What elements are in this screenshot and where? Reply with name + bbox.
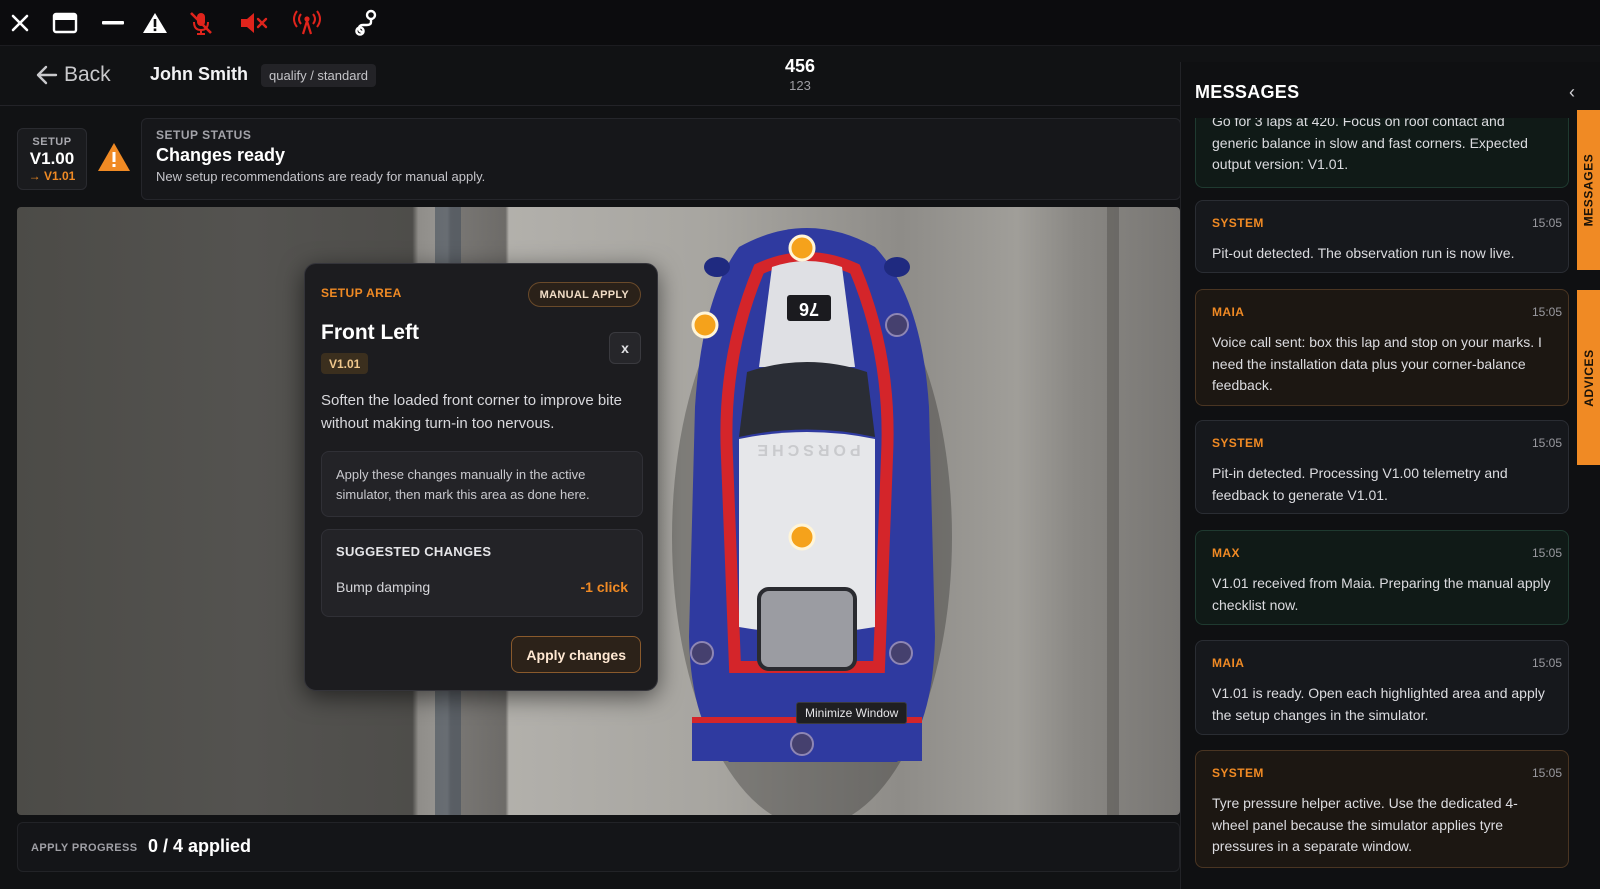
session-header: Back John Smith qualify / standard 456 1… (0, 46, 1180, 106)
status-description: New setup recommendations are ready for … (156, 169, 486, 184)
popup-close-button[interactable]: x (609, 332, 641, 364)
marker-center[interactable] (788, 523, 816, 551)
tab-messages-label: MESSAGES (1581, 153, 1596, 227)
message-sender: MAX (1212, 546, 1240, 560)
setup-area-description: Soften the loaded front corner to improv… (321, 392, 623, 432)
apply-progress-label: APPLY PROGRESS (31, 842, 138, 854)
message-time: 15:05 (1531, 546, 1562, 560)
tab-advices[interactable]: ADVICES (1577, 290, 1600, 465)
close-icon[interactable] (3, 6, 37, 40)
message-sender: MAIA (1212, 656, 1245, 670)
message-time: 15:05 (1531, 766, 1562, 780)
message-sender: SYSTEM (1212, 436, 1264, 450)
message-time: 15:05 (1531, 305, 1562, 319)
car-brand: PORSCHE (753, 441, 860, 458)
message-card: SYSTEM 15:05 Pit-out detected. The obser… (1195, 200, 1569, 273)
message-time: 15:05 (1531, 436, 1562, 450)
setup-area-version: V1.01 (321, 353, 369, 374)
apply-changes-button[interactable]: Apply changes (511, 636, 641, 673)
current-version: V1.00 (29, 149, 75, 168)
window-icon[interactable] (48, 6, 82, 40)
collapse-panel-icon[interactable]: ‹ (1569, 82, 1575, 103)
tab-advices-label: ADVICES (1581, 348, 1596, 407)
marker-front-left[interactable] (691, 311, 719, 339)
message-card: SYSTEM 15:05 Tyre pressure helper active… (1195, 750, 1569, 868)
setup-status-card: SETUP STATUS Changes ready New setup rec… (141, 118, 1181, 200)
top-toolbar (0, 0, 1600, 46)
change-value: -1 click (580, 579, 628, 595)
setup-label: SETUP (32, 136, 72, 148)
manual-apply-chip: MANUAL APPLY (527, 282, 641, 307)
message-text: Voice call sent: box this lap and stop o… (1212, 334, 1542, 393)
marker-front-center[interactable] (788, 234, 816, 262)
status-warning-icon (97, 142, 131, 172)
driver-name: John Smith (150, 64, 248, 84)
arrow-left-icon (36, 65, 58, 85)
tab-messages[interactable]: MESSAGES (1577, 110, 1600, 270)
car-number: 76 (799, 299, 819, 319)
message-sender: SYSTEM (1212, 766, 1264, 780)
apply-progress-bar: APPLY PROGRESS 0 / 4 applied (17, 822, 1180, 872)
message-card: MAX 15:05 V1.01 received from Maia. Prep… (1195, 530, 1569, 625)
message-card: SYSTEM 15:05 Pit-in detected. Processing… (1195, 420, 1569, 514)
message-card: Go for 3 laps at 420. Focus on roof cont… (1195, 118, 1569, 188)
status-label: SETUP STATUS (156, 128, 252, 142)
message-time: 15:05 (1531, 656, 1562, 670)
message-time: 15:05 (1531, 216, 1562, 230)
message-card: MAIA 15:05 V1.01 is ready. Open each hig… (1195, 640, 1569, 735)
message-list[interactable]: Go for 3 laps at 420. Focus on roof cont… (1195, 118, 1575, 889)
counter-main: 456 (784, 56, 816, 76)
message-text: Pit-out detected. The observation run is… (1212, 245, 1515, 261)
messages-panel: MESSAGES ‹ Go for 3 laps at 420. Focus o… (1180, 62, 1600, 889)
minimize-window-tooltip: Minimize Window (796, 702, 908, 724)
messages-title: MESSAGES (1195, 82, 1300, 102)
session-mode-chip: qualify / standard (261, 64, 377, 87)
setup-area-title: Front Left (321, 321, 419, 344)
message-text: Pit-in detected. Processing V1.00 teleme… (1212, 465, 1508, 503)
route-icon[interactable] (350, 6, 384, 40)
message-text: V1.01 is ready. Open each highlighted ar… (1212, 685, 1545, 723)
marker-rear-right[interactable] (889, 641, 913, 665)
back-label: Back (64, 63, 111, 86)
setup-area-popup: SETUP AREA MANUAL APPLY Front Left V1.01… (304, 263, 658, 691)
back-button[interactable]: Back (36, 60, 111, 90)
message-sender: SYSTEM (1212, 216, 1264, 230)
marker-front-right[interactable] (885, 313, 909, 337)
minimize-icon[interactable] (96, 6, 130, 40)
manual-apply-note: Apply these changes manually in the acti… (321, 451, 643, 517)
change-name: Bump damping (336, 579, 431, 595)
next-version: → V1.01 (28, 169, 76, 183)
message-text: V1.01 received from Maia. Preparing the … (1212, 575, 1551, 613)
warning-icon[interactable] (138, 6, 172, 40)
suggested-changes-card: SUGGESTED CHANGES Bump damping -1 click (321, 529, 643, 617)
counter-sub: 123 (789, 78, 811, 93)
antenna-icon[interactable] (290, 6, 324, 40)
apply-progress-value: 0 / 4 applied (148, 836, 252, 856)
message-card: MAIA 15:05 Voice call sent: box this lap… (1195, 289, 1569, 406)
suggested-changes-header: SUGGESTED CHANGES (336, 544, 492, 559)
status-title: Changes ready (156, 145, 286, 165)
mic-muted-icon[interactable] (184, 6, 218, 40)
message-text: Tyre pressure helper active. Use the ded… (1212, 795, 1518, 854)
message-text: Go for 3 laps at 420. Focus on roof cont… (1212, 118, 1528, 172)
setup-version-box: SETUP V1.00 → V1.01 (17, 128, 87, 190)
speaker-muted-icon[interactable] (237, 6, 271, 40)
message-sender: MAIA (1212, 305, 1245, 319)
marker-rear-left[interactable] (690, 641, 714, 665)
setup-area-label: SETUP AREA (321, 286, 402, 300)
marker-rear-wing[interactable] (790, 732, 814, 756)
